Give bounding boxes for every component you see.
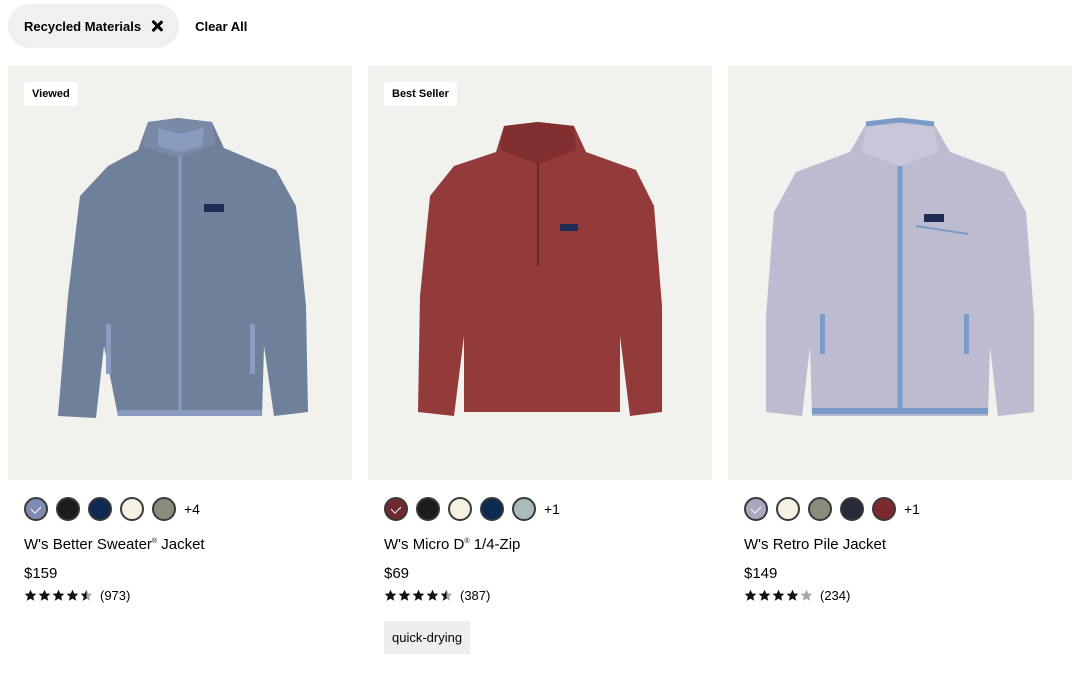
color-swatch[interactable] xyxy=(840,497,864,521)
star-icon xyxy=(384,589,397,601)
product-rating[interactable]: (234) xyxy=(728,588,1072,603)
star-icon xyxy=(398,589,411,601)
product-name[interactable]: W's Better Sweater® Jacket xyxy=(8,536,352,553)
color-swatch[interactable] xyxy=(776,497,800,521)
star-icon xyxy=(786,589,799,601)
color-swatch[interactable] xyxy=(88,497,112,521)
star-rating xyxy=(24,589,94,602)
star-icon xyxy=(744,589,757,601)
review-count: (387) xyxy=(460,588,491,603)
color-swatch[interactable] xyxy=(808,497,832,521)
product-image[interactable] xyxy=(728,66,1072,480)
product-image[interactable]: Best Seller xyxy=(368,66,712,480)
color-swatch[interactable] xyxy=(872,497,896,521)
product-name[interactable]: W's Micro D® 1/4-Zip xyxy=(368,536,712,553)
product-image[interactable]: Viewed xyxy=(8,66,352,480)
color-swatches: +1 xyxy=(368,496,712,522)
product-rating[interactable]: (973) xyxy=(8,588,352,603)
more-colors-count[interactable]: +1 xyxy=(904,501,920,517)
star-rating xyxy=(744,589,814,602)
star-rating xyxy=(384,589,454,602)
jacket-image xyxy=(58,118,308,418)
product-card[interactable]: +1 W's Retro Pile Jacket $149 (234) xyxy=(728,66,1072,603)
fleece-jacket-image xyxy=(766,117,1034,416)
star-icon xyxy=(772,589,785,601)
color-swatch[interactable] xyxy=(512,497,536,521)
star-icon xyxy=(758,589,771,601)
more-colors-count[interactable]: +4 xyxy=(184,501,200,517)
color-swatch[interactable] xyxy=(24,497,48,521)
star-icon xyxy=(38,589,51,601)
star-icon xyxy=(412,589,425,601)
product-card[interactable]: Best Seller +1 W's Micro D® 1/4-Zip $69 … xyxy=(368,66,712,654)
close-icon[interactable] xyxy=(151,20,163,32)
star-icon xyxy=(800,589,813,601)
product-rating[interactable]: (387) xyxy=(368,588,712,603)
color-swatch[interactable] xyxy=(384,497,408,521)
star-icon xyxy=(80,589,93,601)
color-swatches: +1 xyxy=(728,496,1072,522)
filter-chip-recycled-materials[interactable]: Recycled Materials xyxy=(8,4,180,48)
review-count: (973) xyxy=(100,588,131,603)
product-price: $149 xyxy=(744,565,778,582)
filter-bar: Recycled Materials Clear All xyxy=(8,4,247,48)
color-swatches: +4 xyxy=(8,496,352,522)
star-icon xyxy=(66,589,79,601)
more-colors-count[interactable]: +1 xyxy=(544,501,560,517)
star-icon xyxy=(440,589,453,601)
product-price: $159 xyxy=(24,565,58,582)
product-badge: Viewed xyxy=(24,82,78,106)
color-swatch[interactable] xyxy=(152,497,176,521)
review-count: (234) xyxy=(820,588,851,603)
color-swatch[interactable] xyxy=(56,497,80,521)
star-icon xyxy=(426,589,439,601)
color-swatch[interactable] xyxy=(744,497,768,521)
color-swatch[interactable] xyxy=(416,497,440,521)
color-swatch[interactable] xyxy=(120,497,144,521)
star-icon xyxy=(24,589,37,601)
pullover-image xyxy=(418,122,662,416)
color-swatch[interactable] xyxy=(480,497,504,521)
product-name[interactable]: W's Retro Pile Jacket xyxy=(728,536,1072,553)
feature-tag: quick-drying xyxy=(384,621,471,654)
product-badge: Best Seller xyxy=(384,82,457,106)
product-price: $69 xyxy=(384,565,410,582)
product-card[interactable]: Viewed +4 W's Better Sweater® Jacket $15… xyxy=(8,66,352,603)
star-icon xyxy=(52,589,65,601)
clear-all-link[interactable]: Clear All xyxy=(195,19,247,34)
color-swatch[interactable] xyxy=(448,497,472,521)
filter-chip-label: Recycled Materials xyxy=(24,18,142,34)
